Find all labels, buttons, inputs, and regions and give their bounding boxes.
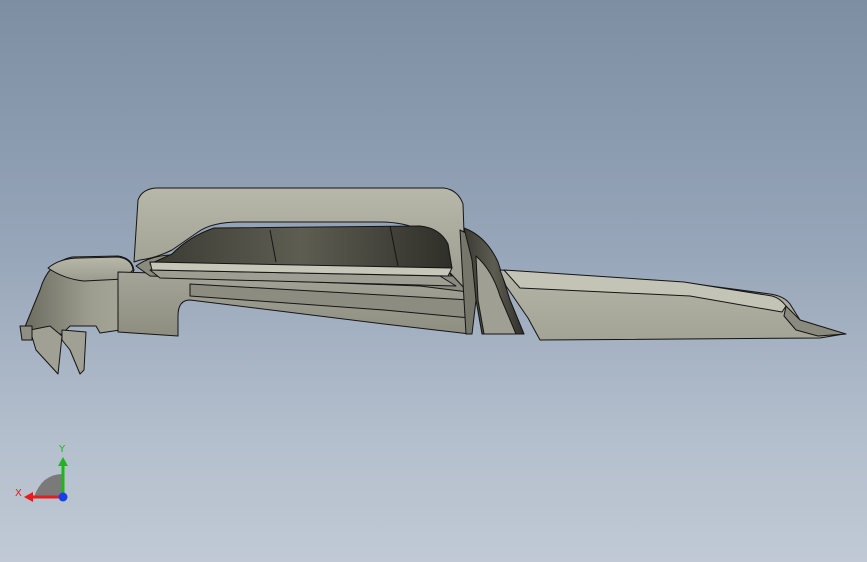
3d-part-model[interactable] bbox=[0, 0, 867, 562]
x-axis-label: X bbox=[15, 488, 22, 499]
graphics-viewport[interactable]: Y X bbox=[0, 0, 867, 562]
y-axis-arrow bbox=[58, 457, 68, 466]
z-axis-dot bbox=[58, 492, 68, 502]
clip-tab bbox=[19, 325, 33, 341]
y-axis-label: Y bbox=[58, 444, 66, 455]
clip-right bbox=[61, 329, 87, 375]
coordinate-triad: Y X bbox=[15, 444, 68, 502]
clip-left bbox=[29, 325, 63, 375]
x-axis-arrow bbox=[24, 492, 33, 502]
triad-plane-arc bbox=[34, 474, 63, 497]
